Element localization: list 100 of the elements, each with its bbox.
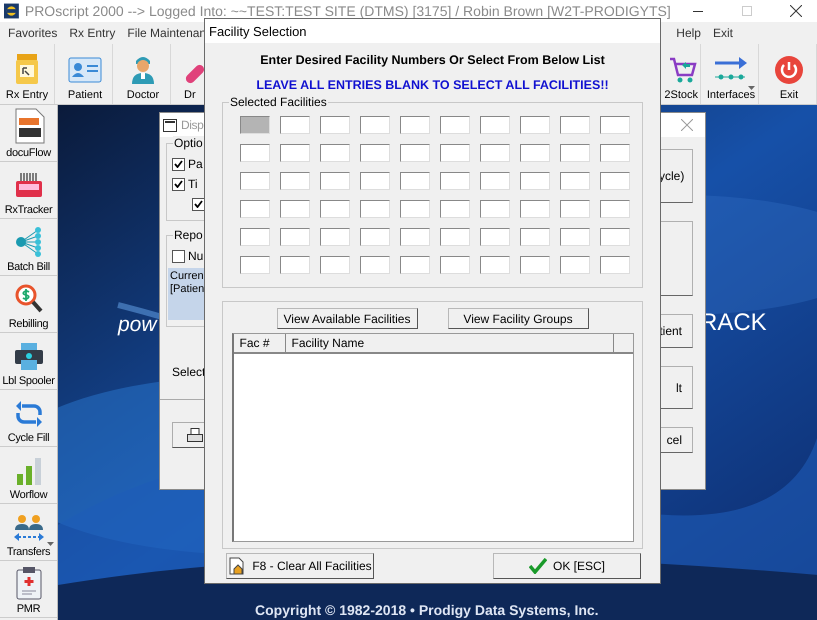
facility-number-field[interactable]: [400, 116, 430, 134]
facility-number-field[interactable]: [400, 256, 430, 274]
column-header[interactable]: Facility Name: [286, 334, 614, 352]
facility-number-field[interactable]: [560, 172, 590, 190]
facility-number-field[interactable]: [440, 228, 470, 246]
copyright-text: Copyright © 1982-2018 • Prodigy Data Systems, Inc.: [255, 602, 599, 618]
facility-number-field[interactable]: [400, 172, 430, 190]
facility-number-field[interactable]: [560, 144, 590, 162]
splash-text: pow: [118, 313, 157, 337]
facility-number-field[interactable]: [520, 256, 550, 274]
clear-button[interactable]: F8 - Clear All Facilities: [226, 553, 374, 579]
minimize-icon[interactable]: [693, 10, 704, 12]
facility-number-field[interactable]: [480, 256, 510, 274]
facility-number-field[interactable]: [400, 144, 430, 162]
window-title: Facility Selection: [209, 24, 307, 38]
facility-number-field[interactable]: [280, 200, 310, 218]
check-icon: [174, 180, 183, 188]
checkbox[interactable]: [172, 158, 185, 170]
facility-number-field[interactable]: [240, 228, 270, 246]
facility-number-field[interactable]: [600, 116, 630, 134]
facility-number-field[interactable]: [240, 200, 270, 218]
column-header[interactable]: Fac #: [234, 334, 286, 352]
facility-number-field[interactable]: [280, 172, 310, 190]
facility-number-field[interactable]: [320, 200, 350, 218]
facility-number-field[interactable]: [480, 172, 510, 190]
ok-button[interactable]: OK [ESC]: [493, 553, 641, 579]
facility-number-field[interactable]: [600, 200, 630, 218]
network-tree-icon: [14, 226, 44, 258]
group-label: Optio: [173, 136, 204, 150]
facility-number-field[interactable]: [320, 144, 350, 162]
facility-number-field[interactable]: [360, 228, 390, 246]
facility-number-field[interactable]: [360, 116, 390, 134]
facility-number-field[interactable]: [520, 144, 550, 162]
facility-number-field[interactable]: [240, 256, 270, 274]
window-title: PROscript 2000 --> Logged Into: ~~TEST:TEST SITE (DTMS) [3175] / Robin Brown [W2T-PRODIGYTS]: [24, 3, 671, 19]
check-icon: [194, 200, 203, 208]
facility-number-field[interactable]: [480, 200, 510, 218]
dialog-button[interactable]: cel: [659, 427, 693, 453]
facility-number-field[interactable]: [320, 256, 350, 274]
facility-number-field[interactable]: [560, 200, 590, 218]
checkbox-label: Nu: [188, 249, 204, 263]
check-icon: [528, 558, 547, 574]
facility-number-field[interactable]: [240, 172, 270, 190]
facility-number-field[interactable]: [400, 228, 430, 246]
facility-number-field[interactable]: [600, 144, 630, 162]
facility-number-field[interactable]: [400, 200, 430, 218]
cycle-arrows-icon: [14, 399, 44, 429]
facility-number-field[interactable]: [440, 200, 470, 218]
document-icon: [12, 108, 44, 144]
facility-number-field[interactable]: [440, 256, 470, 274]
dialog-button[interactable]: lt: [659, 366, 693, 409]
cart-icon: [668, 55, 698, 85]
menu-item[interactable]: Rx Entry: [63, 24, 122, 42]
facility-number-field[interactable]: [280, 256, 310, 274]
facility-number-field[interactable]: [360, 200, 390, 218]
facility-number-field[interactable]: [520, 200, 550, 218]
warning-text: LEAVE ALL ENTRIES BLANK TO SELECT ALL FACILITIES!!: [255, 78, 610, 92]
facility-number-field[interactable]: [440, 116, 470, 134]
facility-number-field[interactable]: [280, 144, 310, 162]
facility-number-field[interactable]: [240, 116, 270, 134]
view-button[interactable]: View Facility Groups: [448, 308, 588, 329]
facility-number-field[interactable]: [440, 172, 470, 190]
facility-number-field[interactable]: [360, 144, 390, 162]
facility-number-field[interactable]: [520, 172, 550, 190]
menu-item[interactable]: Exit: [706, 24, 739, 42]
checkbox[interactable]: [172, 250, 185, 262]
facility-number-field[interactable]: [520, 228, 550, 246]
facility-number-field[interactable]: [480, 228, 510, 246]
facility-number-field[interactable]: [560, 116, 590, 134]
power-icon: [774, 55, 804, 85]
facility-number-field[interactable]: [320, 228, 350, 246]
menu-item[interactable]: Favorites: [2, 24, 64, 42]
close-icon[interactable]: [790, 5, 802, 17]
dialog-button[interactable]: [659, 221, 693, 296]
checkbox-label: Pa: [188, 157, 203, 171]
facility-number-field[interactable]: [280, 228, 310, 246]
facility-number-field[interactable]: [360, 256, 390, 274]
facility-number-field[interactable]: [600, 172, 630, 190]
checkbox[interactable]: [172, 178, 185, 190]
facility-number-field[interactable]: [480, 144, 510, 162]
facility-number-field[interactable]: [560, 228, 590, 246]
facility-number-field[interactable]: [320, 172, 350, 190]
facility-number-field[interactable]: [360, 172, 390, 190]
facility-number-field[interactable]: [240, 144, 270, 162]
facility-number-field[interactable]: [280, 116, 310, 134]
printer-icon: [187, 428, 203, 442]
facility-number-field[interactable]: [600, 228, 630, 246]
facility-number-field[interactable]: [320, 116, 350, 134]
facility-number-field[interactable]: [480, 116, 510, 134]
facility-number-field[interactable]: [440, 144, 470, 162]
facility-number-field[interactable]: [600, 256, 630, 274]
facility-number-field[interactable]: [520, 116, 550, 134]
clipboard-icon: [14, 566, 42, 600]
checkbox-label: Ti: [188, 177, 198, 191]
facility-list[interactable]: Fac # Facility Name: [232, 333, 634, 542]
view-button[interactable]: View Available Facilities: [276, 308, 418, 329]
menu-item[interactable]: Help: [670, 24, 707, 42]
window-title: Disp: [181, 118, 204, 132]
checkbox[interactable]: [192, 198, 205, 210]
facility-number-field[interactable]: [560, 256, 590, 274]
